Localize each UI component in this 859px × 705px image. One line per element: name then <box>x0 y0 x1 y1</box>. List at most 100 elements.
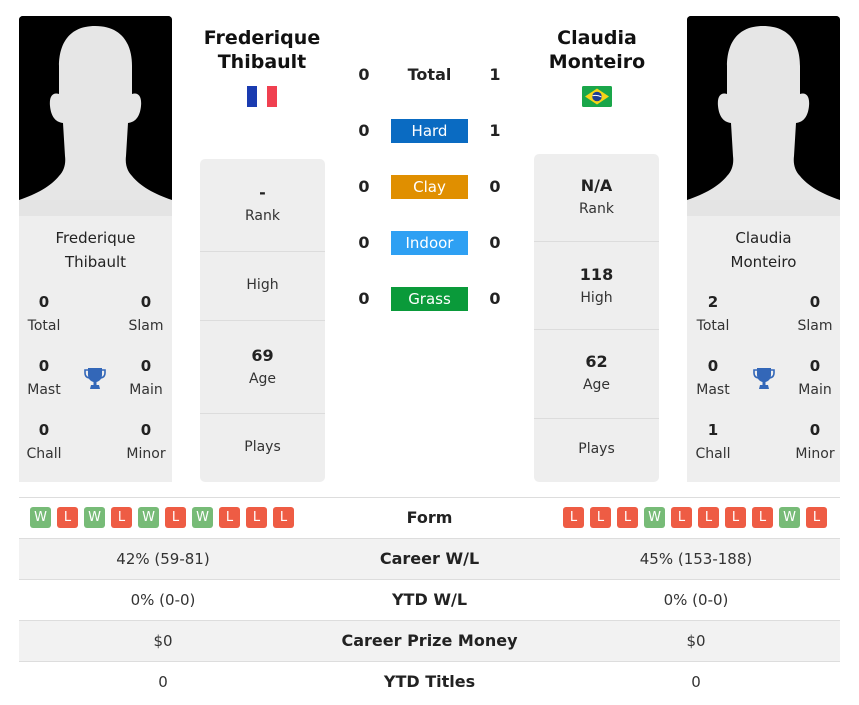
h2h-total-row: 0 Total 1 <box>340 63 520 87</box>
player1-form-result-loss[interactable]: L <box>219 507 240 528</box>
player2-form-result-loss[interactable]: L <box>590 507 611 528</box>
info-value: 69 <box>251 346 274 365</box>
player1-form-result-win[interactable]: W <box>138 507 159 528</box>
stat-label: Total <box>696 318 730 334</box>
player2-card-name[interactable]: Claudia Monteiro <box>687 226 840 274</box>
player1-photo[interactable] <box>19 16 172 216</box>
player1-first-name: Frederique <box>55 229 136 247</box>
person-silhouette-icon <box>19 16 172 216</box>
info-value: 62 <box>585 352 608 371</box>
player2-form-result-loss[interactable]: L <box>806 507 827 528</box>
stat-value: 0 <box>38 357 50 375</box>
ytd-titles-label: YTD Titles <box>383 672 476 691</box>
player2-titles-mast: 0 Mast <box>687 356 743 400</box>
player2-career-wl: 45% (153-188) <box>639 550 753 568</box>
player1-high: High <box>200 251 325 320</box>
player1-titles-main: 0 Main <box>116 356 172 400</box>
p2-total-wins: 1 <box>489 65 501 84</box>
stat-value: 0 <box>140 421 152 439</box>
player2-form-result-loss[interactable]: L <box>752 507 773 528</box>
stat-label: Minor <box>126 446 166 462</box>
player1-form-result-loss[interactable]: L <box>246 507 267 528</box>
p2-hard-wins: 1 <box>489 121 501 140</box>
p1-clay-wins: 0 <box>358 177 370 196</box>
p2-indoor-wins: 0 <box>489 233 501 252</box>
player2-form-result-loss[interactable]: L <box>698 507 719 528</box>
info-value: 118 <box>579 265 614 284</box>
player2-form-result-win[interactable]: W <box>779 507 800 528</box>
info-value: - <box>259 183 266 202</box>
player2-name-link[interactable]: Claudia Monteiro <box>522 26 672 74</box>
p1-hard-wins: 0 <box>358 121 370 140</box>
player2-titles-chall: 1 Chall <box>687 420 743 464</box>
h2h-clay-row: 0 Clay 0 <box>340 175 520 199</box>
player2-age: 62 Age <box>534 329 659 419</box>
player1-titles-slam: 0 Slam <box>116 292 172 336</box>
player1-last-name: Thibault <box>64 253 127 271</box>
player2-form-result-loss[interactable]: L <box>563 507 584 528</box>
grass-surface-badge[interactable]: Grass <box>391 287 468 311</box>
player2-last-name: Monteiro <box>730 253 797 271</box>
stat-label: Main <box>129 382 163 398</box>
stat-label: Slam <box>797 318 833 334</box>
stat-value: 0 <box>809 421 821 439</box>
stat-label: Mast <box>27 382 61 398</box>
info-label: High <box>580 290 613 306</box>
career-wl-row: 42% (59-81) Career W/L 45% (153-188) <box>19 538 840 580</box>
stat-label: Total <box>27 318 61 334</box>
h2h-grass-row: 0 Grass 0 <box>340 287 520 311</box>
p2-clay-wins: 0 <box>489 177 501 196</box>
france-flag-icon <box>247 86 277 107</box>
stat-value: 0 <box>707 357 719 375</box>
player2-form-result-loss[interactable]: L <box>617 507 638 528</box>
player1-titles-chall: 0 Chall <box>19 420 74 464</box>
stat-value: 0 <box>809 293 821 311</box>
player1-form-result-loss[interactable]: L <box>273 507 294 528</box>
player2-form-result-loss[interactable]: L <box>725 507 746 528</box>
info-label: Rank <box>579 201 614 217</box>
info-label: Plays <box>244 439 281 455</box>
player1-form-result-loss[interactable]: L <box>111 507 132 528</box>
player2-titles-total: 2 Total <box>687 292 743 336</box>
total-label: Total <box>407 65 452 84</box>
player1-titles-mast: 0 Mast <box>19 356 74 400</box>
career-wl-label: Career W/L <box>379 549 480 568</box>
stat-value: 0 <box>140 357 152 375</box>
player1-form-list: WLWLWLWLLL <box>30 507 294 528</box>
player1-card-name[interactable]: Frederique Thibault <box>19 226 172 274</box>
player2-form-result-win[interactable]: W <box>644 507 665 528</box>
indoor-surface-badge[interactable]: Indoor <box>391 231 468 255</box>
stat-label: Minor <box>795 446 835 462</box>
career-prize-row: $0 Career Prize Money $0 <box>19 620 840 662</box>
stat-value: 0 <box>809 357 821 375</box>
player1-form-result-win[interactable]: W <box>192 507 213 528</box>
photo-footer <box>19 200 172 216</box>
player2-titles-main: 0 Main <box>785 356 840 400</box>
player1-name-link[interactable]: Frederique Thibault <box>187 26 337 74</box>
hard-surface-badge[interactable]: Hard <box>391 119 468 143</box>
player1-form-result-win[interactable]: W <box>30 507 51 528</box>
stat-value: 2 <box>707 293 719 311</box>
player1-form-result-loss[interactable]: L <box>57 507 78 528</box>
stat-value: 0 <box>38 421 50 439</box>
player1-form-result-win[interactable]: W <box>84 507 105 528</box>
player2-ytd-wl: 0% (0-0) <box>663 591 729 609</box>
player1-form-result-loss[interactable]: L <box>165 507 186 528</box>
h2h-indoor-row: 0 Indoor 0 <box>340 231 520 255</box>
stat-label: Slam <box>128 318 164 334</box>
info-label: Plays <box>578 441 615 457</box>
ytd-wl-label: YTD W/L <box>391 590 468 609</box>
player1-age: 69 Age <box>200 320 325 413</box>
player2-form-list: LLLWLLLLWL <box>563 507 827 528</box>
player2-heading-first: Claudia <box>557 27 637 49</box>
ytd-wl-row: 0% (0-0) YTD W/L 0% (0-0) <box>19 579 840 621</box>
player2-heading-last: Monteiro <box>548 51 646 73</box>
player2-plays: Plays <box>534 418 659 482</box>
stat-value: 0 <box>38 293 50 311</box>
trophy-icon <box>83 366 107 395</box>
stat-value: 0 <box>140 293 152 311</box>
player2-titles-slam: 0 Slam <box>785 292 840 336</box>
player2-form-result-loss[interactable]: L <box>671 507 692 528</box>
player2-photo[interactable] <box>687 16 840 216</box>
clay-surface-badge[interactable]: Clay <box>391 175 468 199</box>
